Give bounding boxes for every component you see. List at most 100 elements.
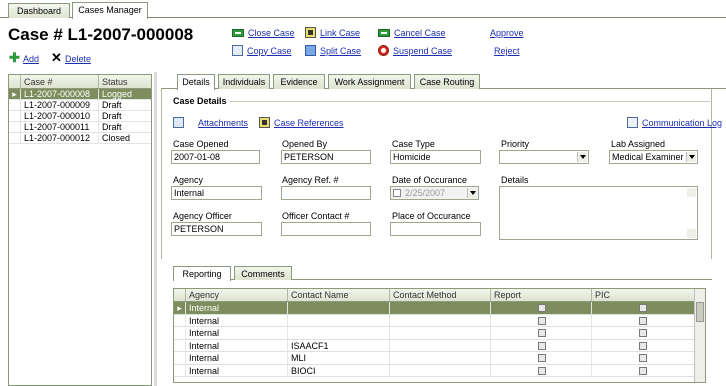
case-type-field[interactable]: Homicide	[390, 150, 481, 164]
cancel-case-action[interactable]: Cancel Case	[378, 28, 446, 38]
reporting-grid: Agency Contact Name Contact Method Repor…	[173, 288, 706, 383]
link-case-link[interactable]: Link Case	[320, 28, 360, 38]
suspend-icon	[378, 45, 389, 56]
priority-label: Priority	[501, 139, 530, 149]
scroll-down-icon[interactable]	[687, 229, 696, 238]
copy-case-action[interactable]: Copy Case	[232, 45, 292, 56]
place-of-occurance-label: Place of Occurance	[392, 211, 471, 221]
details-label: Details	[501, 175, 529, 185]
reporting-row[interactable]: Internal	[174, 314, 705, 327]
case-list-row[interactable]: L1-2007-000009 Draft	[9, 100, 151, 111]
case-list-row[interactable]: L1-2007-000012 Closed	[9, 133, 151, 144]
pic-cell	[592, 352, 694, 364]
lab-assigned-dropdown[interactable]: Medical Examiner	[609, 150, 698, 164]
officer-contact-label: Officer Contact #	[282, 211, 350, 221]
agency-column-header[interactable]: Agency	[186, 289, 288, 301]
scroll-up-icon[interactable]	[687, 188, 696, 197]
tab-details[interactable]: Details	[177, 74, 215, 90]
contact-name-column-header[interactable]: Contact Name	[288, 289, 390, 301]
split-case-link[interactable]: Split Case	[320, 46, 361, 56]
close-case-link[interactable]: Close Case	[248, 28, 295, 38]
agency-cell: Internal	[186, 352, 288, 364]
tab-evidence[interactable]: Evidence	[273, 74, 325, 89]
approve-action[interactable]: Approve	[490, 28, 524, 38]
chevron-down-icon[interactable]	[686, 152, 696, 162]
case-opened-field[interactable]: 2007-01-08	[171, 150, 260, 164]
link-case-action[interactable]: Link Case	[305, 27, 360, 38]
tab-cases-manager[interactable]: Cases Manager	[72, 2, 148, 19]
reporting-row[interactable]: ▸ Internal	[174, 302, 705, 315]
add-case-action[interactable]: ✚ Add	[9, 51, 39, 64]
suspend-case-link[interactable]: Suspend Case	[393, 46, 452, 56]
officer-contact-field[interactable]	[281, 222, 371, 236]
report-column-header[interactable]: Report	[491, 289, 592, 301]
case-list-row[interactable]: L1-2007-000010 Draft	[9, 111, 151, 122]
grid-scrollbar[interactable]	[694, 289, 705, 382]
pic-checkbox[interactable]	[639, 316, 647, 325]
pic-column-header[interactable]: PIC	[592, 289, 694, 301]
close-case-action[interactable]: Close Case	[232, 28, 295, 38]
case-number-header[interactable]: Case #	[21, 75, 99, 88]
agency-officer-field[interactable]: PETERSON	[171, 222, 262, 236]
delete-case-link[interactable]: Delete	[65, 54, 91, 64]
date-enable-checkbox[interactable]	[393, 189, 401, 197]
report-checkbox[interactable]	[538, 366, 546, 375]
tab-comments[interactable]: Comments	[234, 266, 292, 280]
communication-log-link[interactable]: Communication Log	[642, 118, 722, 128]
delete-case-action[interactable]: ✕ Delete	[51, 51, 91, 64]
pic-checkbox[interactable]	[639, 341, 647, 350]
report-checkbox[interactable]	[538, 329, 546, 337]
cancel-case-link[interactable]: Cancel Case	[394, 28, 446, 38]
pic-checkbox[interactable]	[639, 304, 647, 312]
details-textarea[interactable]	[499, 186, 698, 240]
approve-link[interactable]: Approve	[490, 28, 524, 38]
contact-method-column-header[interactable]: Contact Method	[390, 289, 491, 301]
report-checkbox[interactable]	[538, 354, 546, 362]
priority-dropdown[interactable]	[499, 150, 589, 164]
case-references-link[interactable]: Case References	[274, 118, 344, 128]
tab-dashboard[interactable]: Dashboard	[8, 3, 70, 18]
copy-case-link[interactable]: Copy Case	[247, 46, 292, 56]
case-references-action[interactable]: Case References	[259, 117, 344, 128]
report-checkbox[interactable]	[538, 341, 546, 350]
tab-reporting[interactable]: Reporting	[173, 266, 231, 281]
reporting-row[interactable]: Internal BIOCI	[174, 364, 705, 377]
panel-splitter[interactable]	[154, 72, 157, 386]
report-checkbox[interactable]	[538, 304, 546, 312]
chevron-down-icon[interactable]	[467, 188, 477, 198]
agency-ref-field[interactable]	[281, 186, 371, 200]
pic-checkbox[interactable]	[639, 354, 647, 362]
split-case-action[interactable]: Split Case	[305, 45, 361, 56]
report-checkbox[interactable]	[538, 316, 546, 325]
date-of-occurance-picker[interactable]: 2/25/2007	[390, 186, 479, 200]
pic-checkbox[interactable]	[639, 329, 647, 337]
communication-log-action[interactable]: Communication Log	[627, 117, 722, 128]
contact-method-cell	[390, 364, 491, 376]
attachments-action[interactable]: Attachments	[173, 117, 248, 128]
agency-field[interactable]: Internal	[171, 186, 262, 200]
add-case-link[interactable]: Add	[23, 54, 39, 64]
case-list-row[interactable]: L1-2007-000011 Draft	[9, 122, 151, 133]
chevron-down-icon[interactable]	[577, 152, 587, 162]
reporting-row[interactable]: Internal	[174, 327, 705, 340]
agency-label: Agency	[173, 175, 204, 185]
reporting-row[interactable]: Internal ISAACF1	[174, 339, 705, 352]
tab-case-routing[interactable]: Case Routing	[414, 74, 480, 89]
attachments-link[interactable]: Attachments	[198, 118, 248, 128]
tab-work-assignment[interactable]: Work Assignment	[328, 74, 411, 89]
reject-link[interactable]: Reject	[494, 46, 520, 56]
status-header[interactable]: Status	[99, 75, 151, 88]
opened-by-field[interactable]: PETERSON	[281, 150, 371, 164]
grid-scrollbar-thumb[interactable]	[696, 302, 704, 322]
pic-checkbox[interactable]	[639, 366, 647, 375]
place-of-occurance-field[interactable]	[390, 222, 481, 236]
main-tab-strip: Details Individuals Evidence Work Assign…	[161, 74, 726, 90]
case-list-row[interactable]: ▸ L1-2007-000008 Logged	[9, 89, 151, 100]
suspend-case-action[interactable]: Suspend Case	[378, 45, 452, 56]
case-details-heading: Case Details	[173, 96, 227, 106]
reject-action[interactable]: Reject	[494, 46, 520, 56]
tab-individuals[interactable]: Individuals	[218, 74, 270, 89]
reporting-row[interactable]: Internal MLI	[174, 352, 705, 365]
link-case-icon	[305, 27, 316, 38]
pic-cell	[592, 302, 694, 314]
